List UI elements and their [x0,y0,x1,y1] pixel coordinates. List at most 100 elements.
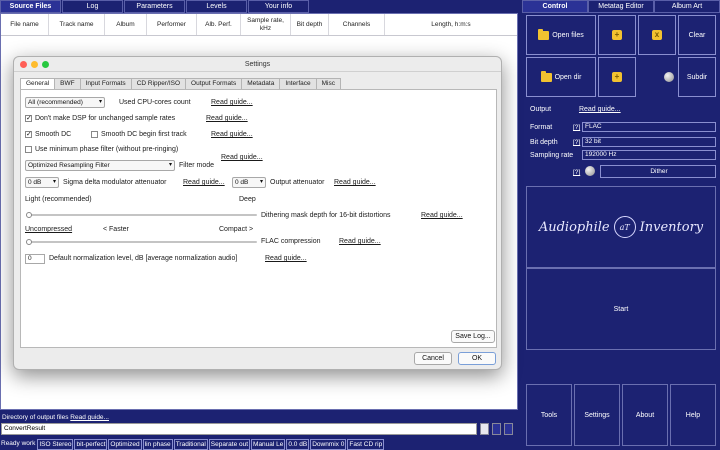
col-file-name[interactable]: File name [1,14,49,35]
dither-help-link[interactable]: [?] [573,169,580,176]
tab-album-art[interactable]: Album Art [654,0,720,13]
sigma-delta-guide-link[interactable]: Read guide... [183,179,225,186]
no-dsp-guide-link[interactable]: Read guide... [206,115,248,122]
settings-dir-icon[interactable] [504,423,513,435]
status-manual-level[interactable]: Manual Le [251,439,286,450]
tab-misc[interactable]: Misc [315,78,341,89]
subdir-toggle-icon[interactable] [664,72,674,82]
output-dir-input[interactable]: ConvertResult [1,423,477,435]
output-attenuator-select[interactable]: 0 dB [232,177,266,188]
col-track-name[interactable]: Track name [49,14,105,35]
ok-button[interactable]: OK [458,352,496,365]
output-attenuator-guide-link[interactable]: Read guide... [334,179,376,186]
tab-bwf[interactable]: BWF [54,78,81,89]
status-downmix[interactable]: Downmix 0 [310,439,347,450]
cancel-button[interactable]: Cancel [414,352,452,365]
clear-button[interactable]: Clear [678,15,716,55]
right-tab-bar: Control Metatag Editor Album Art [522,0,720,13]
status-iso-stereo[interactable]: ISO Stereo [37,439,74,450]
normalization-guide-link[interactable]: Read guide... [265,255,307,262]
dither-depth-slider[interactable] [26,212,257,218]
subdir-button[interactable]: Subdir [678,57,716,97]
col-performer[interactable]: Performer [147,14,197,35]
status-bit-perfect[interactable]: bit-perfect [74,439,108,450]
status-fast-cd-rip[interactable]: Fast CD rip [347,439,385,450]
filter-mode-select[interactable]: Optimized Resampling Filter [25,160,175,171]
start-button[interactable]: Start [526,268,716,350]
dither-guide-link[interactable]: Read guide... [421,212,463,219]
bitdepth-select[interactable]: 32 bit [582,137,716,147]
smooth-dc-checkbox[interactable]: ✓ [25,131,32,138]
dither-slider-thumb[interactable] [26,212,32,218]
flac-slider-thumb[interactable] [26,239,32,245]
remove-files-button[interactable]: x [638,15,676,55]
output-dir-text: Directory of output files [2,414,69,421]
tab-your-info[interactable]: Your info [248,0,309,13]
tools-button[interactable]: Tools [526,384,572,446]
col-length[interactable]: Length, h:m:s [385,14,517,35]
status-traditional[interactable]: Traditional [173,439,208,450]
output-dir-guide-link[interactable]: Read guide... [70,414,109,421]
smooth-dc-guide-link[interactable]: Read guide... [211,131,253,138]
normalization-label: Default normalization level, dB [average… [49,255,238,262]
zoom-window-icon[interactable] [42,61,49,68]
about-button[interactable]: About [622,384,668,446]
tab-levels[interactable]: Levels [186,0,247,13]
help-button[interactable]: Help [670,384,716,446]
flac-uncompressed-link[interactable]: Uncompressed [25,226,72,233]
tab-metadata[interactable]: Metadata [241,78,281,89]
tab-interface[interactable]: Interface [279,78,317,89]
browse-dir-icon[interactable] [480,423,489,435]
no-dsp-checkbox[interactable]: ✓ [25,115,32,122]
smooth-dc-begin-checkbox[interactable] [91,131,98,138]
merge-button[interactable]: + [598,57,636,97]
status-gain[interactable]: 0.0 dB [286,439,310,450]
status-separate-out[interactable]: Separate out [208,439,251,450]
format-help-link[interactable]: [?] [573,124,580,131]
tab-cd-ripper[interactable]: CD Ripper/ISO [130,78,187,89]
min-phase-label: Use minimum phase filter (without pre-ri… [35,146,179,153]
cpu-guide-link[interactable]: Read guide... [211,99,253,106]
close-window-icon[interactable] [20,61,27,68]
status-optimized[interactable]: Optimized [108,439,142,450]
sigma-delta-select[interactable]: 0 dB [25,177,59,188]
tab-parameters[interactable]: Parameters [124,0,185,13]
tab-input-formats[interactable]: Input Formats [79,78,132,89]
tab-metatag-editor[interactable]: Metatag Editor [588,0,654,13]
tab-source-files[interactable]: Source Files [0,0,61,13]
status-lin-phase[interactable]: lin phase [142,439,173,450]
flac-faster-label: < Faster [103,226,129,233]
bitdepth-help-link[interactable]: [?] [573,139,580,146]
col-sample-rate[interactable]: Sample rate, kHz [241,14,291,35]
dither-knob-icon[interactable] [585,166,595,176]
cpu-cores-select[interactable]: All (recommended) [25,97,105,108]
tab-control[interactable]: Control [522,0,588,13]
format-label: Format [530,124,553,131]
dither-button[interactable]: Dither [600,165,716,178]
format-select[interactable]: FLAC [582,122,716,132]
normalization-stepper[interactable]: 0 [25,254,45,264]
left-tab-bar: Source Files Log Parameters Levels Your … [0,0,518,13]
min-phase-checkbox[interactable] [25,146,32,153]
flac-compression-slider[interactable] [26,239,257,245]
open-dir-icon[interactable] [492,423,501,435]
open-files-button[interactable]: Open files [526,15,596,55]
save-log-button[interactable]: Save Log... [451,330,495,343]
col-alb-perf[interactable]: Alb. Perf. [197,14,241,35]
tab-log[interactable]: Log [62,0,123,13]
tab-output-formats[interactable]: Output Formats [185,78,243,89]
col-channels[interactable]: Channels [329,14,385,35]
tab-general[interactable]: General [20,78,56,89]
add-files-button[interactable]: + [598,15,636,55]
col-album[interactable]: Album [105,14,147,35]
control-button-grid: Open files + x Clear Open dir + Subdir [526,15,716,101]
samplerate-select[interactable]: 192000 Hz [582,150,716,160]
open-dir-button[interactable]: Open dir [526,57,596,97]
output-guide-link[interactable]: Read guide... [579,106,621,113]
settings-button[interactable]: Settings [574,384,620,446]
flac-guide-link[interactable]: Read guide... [339,238,381,245]
filter-mode-label: Filter mode [179,162,215,169]
col-bit-depth[interactable]: Bit depth [291,14,329,35]
minimize-window-icon[interactable] [31,61,38,68]
filter-guide-link[interactable]: Read guide... [221,154,263,161]
